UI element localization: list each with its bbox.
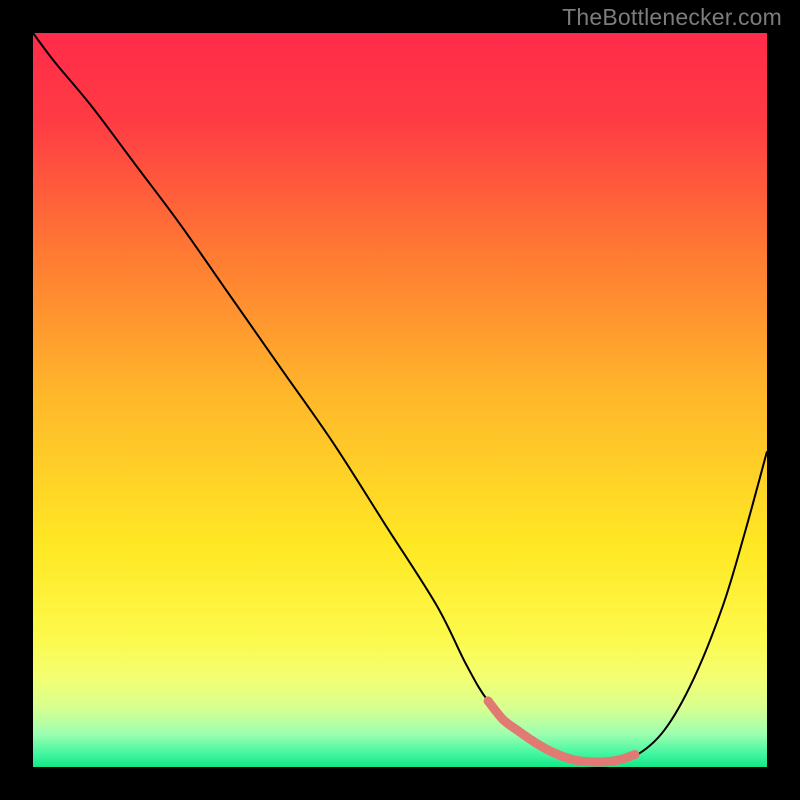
plot-area	[33, 33, 767, 767]
watermark-text: TheBottlenecker.com	[562, 4, 782, 31]
chart-frame: TheBottlenecker.com	[0, 0, 800, 800]
optimal-range-marker	[33, 33, 767, 767]
